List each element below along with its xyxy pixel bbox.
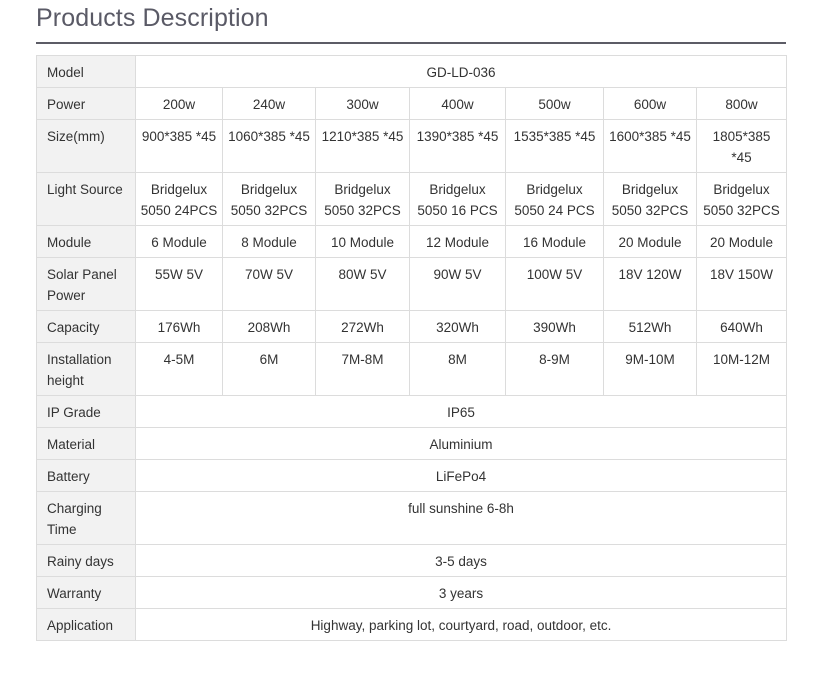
spec-row-installation-height: Installation height 4-5M 6M 7M-8M 8M 8-9… — [36, 342, 788, 396]
spec-cell: 176Wh — [135, 310, 223, 343]
spec-row-capacity: Capacity 176Wh 208Wh 272Wh 320Wh 390Wh 5… — [36, 310, 788, 343]
page-title: Products Description — [36, 4, 269, 32]
spec-cell: 390Wh — [505, 310, 604, 343]
spec-cell: 1060*385 *45 — [222, 119, 316, 173]
spec-cell: 200w — [135, 87, 223, 120]
spec-cell: 640Wh — [695, 310, 788, 343]
spec-cell: 18V 150W — [695, 257, 788, 311]
row-label: Charging Time — [36, 491, 136, 545]
spec-cell: 100W 5V — [505, 257, 604, 311]
row-label: Light Source — [36, 172, 136, 226]
row-label: Capacity — [36, 310, 136, 343]
row-label: IP Grade — [36, 395, 136, 428]
spec-row-solar-panel-power: Solar Panel Power 55W 5V 70W 5V 80W 5V 9… — [36, 257, 788, 311]
spec-cell: 16 Module — [505, 225, 604, 258]
spec-cell: 20 Module — [695, 225, 788, 258]
spec-value: 3 years — [134, 576, 788, 609]
spec-value: IP65 — [134, 395, 788, 428]
row-label: Model — [36, 55, 136, 88]
spec-row-application: Application Highway, parking lot, courty… — [36, 608, 788, 641]
spec-cell: 6M — [222, 342, 316, 396]
spec-value: full sunshine 6-8h — [134, 491, 788, 545]
spec-cell: 20 Module — [603, 225, 697, 258]
row-label: Solar Panel Power — [36, 257, 136, 311]
spec-row-battery: Battery LiFePo4 — [36, 459, 788, 492]
row-label: Application — [36, 608, 136, 641]
row-label: Warranty — [36, 576, 136, 609]
spec-cell: Bridgelux 5050 24PCS — [135, 172, 223, 226]
spec-cell: 320Wh — [409, 310, 506, 343]
spec-cell: 1210*385 *45 — [315, 119, 410, 173]
spec-cell: 900*385 *45 — [135, 119, 223, 173]
spec-cell: Bridgelux 5050 32PCS — [695, 172, 788, 226]
spec-cell: 300w — [315, 87, 410, 120]
spec-cell: Bridgelux 5050 16 PCS — [409, 172, 506, 226]
spec-cell: 70W 5V — [222, 257, 316, 311]
spec-row-warranty: Warranty 3 years — [36, 576, 788, 609]
spec-value: 3-5 days — [134, 544, 788, 577]
spec-cell: 55W 5V — [135, 257, 223, 311]
row-label: Material — [36, 427, 136, 460]
row-label: Installation height — [36, 342, 136, 396]
spec-cell: 1390*385 *45 — [409, 119, 506, 173]
spec-cell: 7M-8M — [315, 342, 410, 396]
spec-cell: 1535*385 *45 — [505, 119, 604, 173]
spec-row-size: Size(mm) 900*385 *45 1060*385 *45 1210*3… — [36, 119, 788, 173]
spec-cell: 208Wh — [222, 310, 316, 343]
spec-cell: 8M — [409, 342, 506, 396]
spec-row-module: Module 6 Module 8 Module 10 Module 12 Mo… — [36, 225, 788, 258]
spec-row-ip-grade: IP Grade IP65 — [36, 395, 788, 428]
spec-cell: 8-9M — [505, 342, 604, 396]
spec-row-material: Material Aluminium — [36, 427, 788, 460]
spec-cell: 600w — [603, 87, 697, 120]
row-label: Size(mm) — [36, 119, 136, 173]
spec-row-power: Power 200w 240w 300w 400w 500w 600w 800w — [36, 87, 788, 120]
spec-row-charging-time: Charging Time full sunshine 6-8h — [36, 491, 788, 545]
spec-value: Highway, parking lot, courtyard, road, o… — [134, 608, 788, 641]
spec-cell: 6 Module — [135, 225, 223, 258]
spec-cell: 400w — [409, 87, 506, 120]
spec-cell: 8 Module — [222, 225, 316, 258]
spec-value: LiFePo4 — [134, 459, 788, 492]
row-label: Rainy days — [36, 544, 136, 577]
title-divider — [36, 42, 786, 44]
spec-value: Aluminium — [134, 427, 788, 460]
spec-cell: 240w — [222, 87, 316, 120]
spec-value: GD-LD-036 — [134, 55, 788, 88]
spec-cell: 800w — [695, 87, 788, 120]
row-label: Battery — [36, 459, 136, 492]
spec-row-model: Model GD-LD-036 — [36, 55, 788, 88]
row-label: Power — [36, 87, 136, 120]
spec-cell: 1600*385 *45 — [603, 119, 697, 173]
spec-row-rainy-days: Rainy days 3-5 days — [36, 544, 788, 577]
row-label: Module — [36, 225, 136, 258]
spec-cell: 512Wh — [603, 310, 697, 343]
spec-cell: 9M-10M — [603, 342, 697, 396]
spec-cell: 4-5M — [135, 342, 223, 396]
spec-row-light-source: Light Source Bridgelux 5050 24PCS Bridge… — [36, 172, 788, 226]
spec-cell: 1805*385 *45 — [695, 119, 788, 173]
spec-cell: 12 Module — [409, 225, 506, 258]
spec-cell: Bridgelux 5050 32PCS — [603, 172, 697, 226]
spec-cell: 10 Module — [315, 225, 410, 258]
spec-cell: 500w — [505, 87, 604, 120]
spec-cell: 10M-12M — [695, 342, 788, 396]
spec-cell: 80W 5V — [315, 257, 410, 311]
spec-cell: 18V 120W — [603, 257, 697, 311]
spec-cell: Bridgelux 5050 24 PCS — [505, 172, 604, 226]
spec-cell: 90W 5V — [409, 257, 506, 311]
spec-cell: 272Wh — [315, 310, 410, 343]
product-spec-table: Model GD-LD-036 Power 200w 240w 300w 400… — [36, 55, 788, 641]
spec-cell: Bridgelux 5050 32PCS — [315, 172, 410, 226]
spec-cell: Bridgelux 5050 32PCS — [222, 172, 316, 226]
